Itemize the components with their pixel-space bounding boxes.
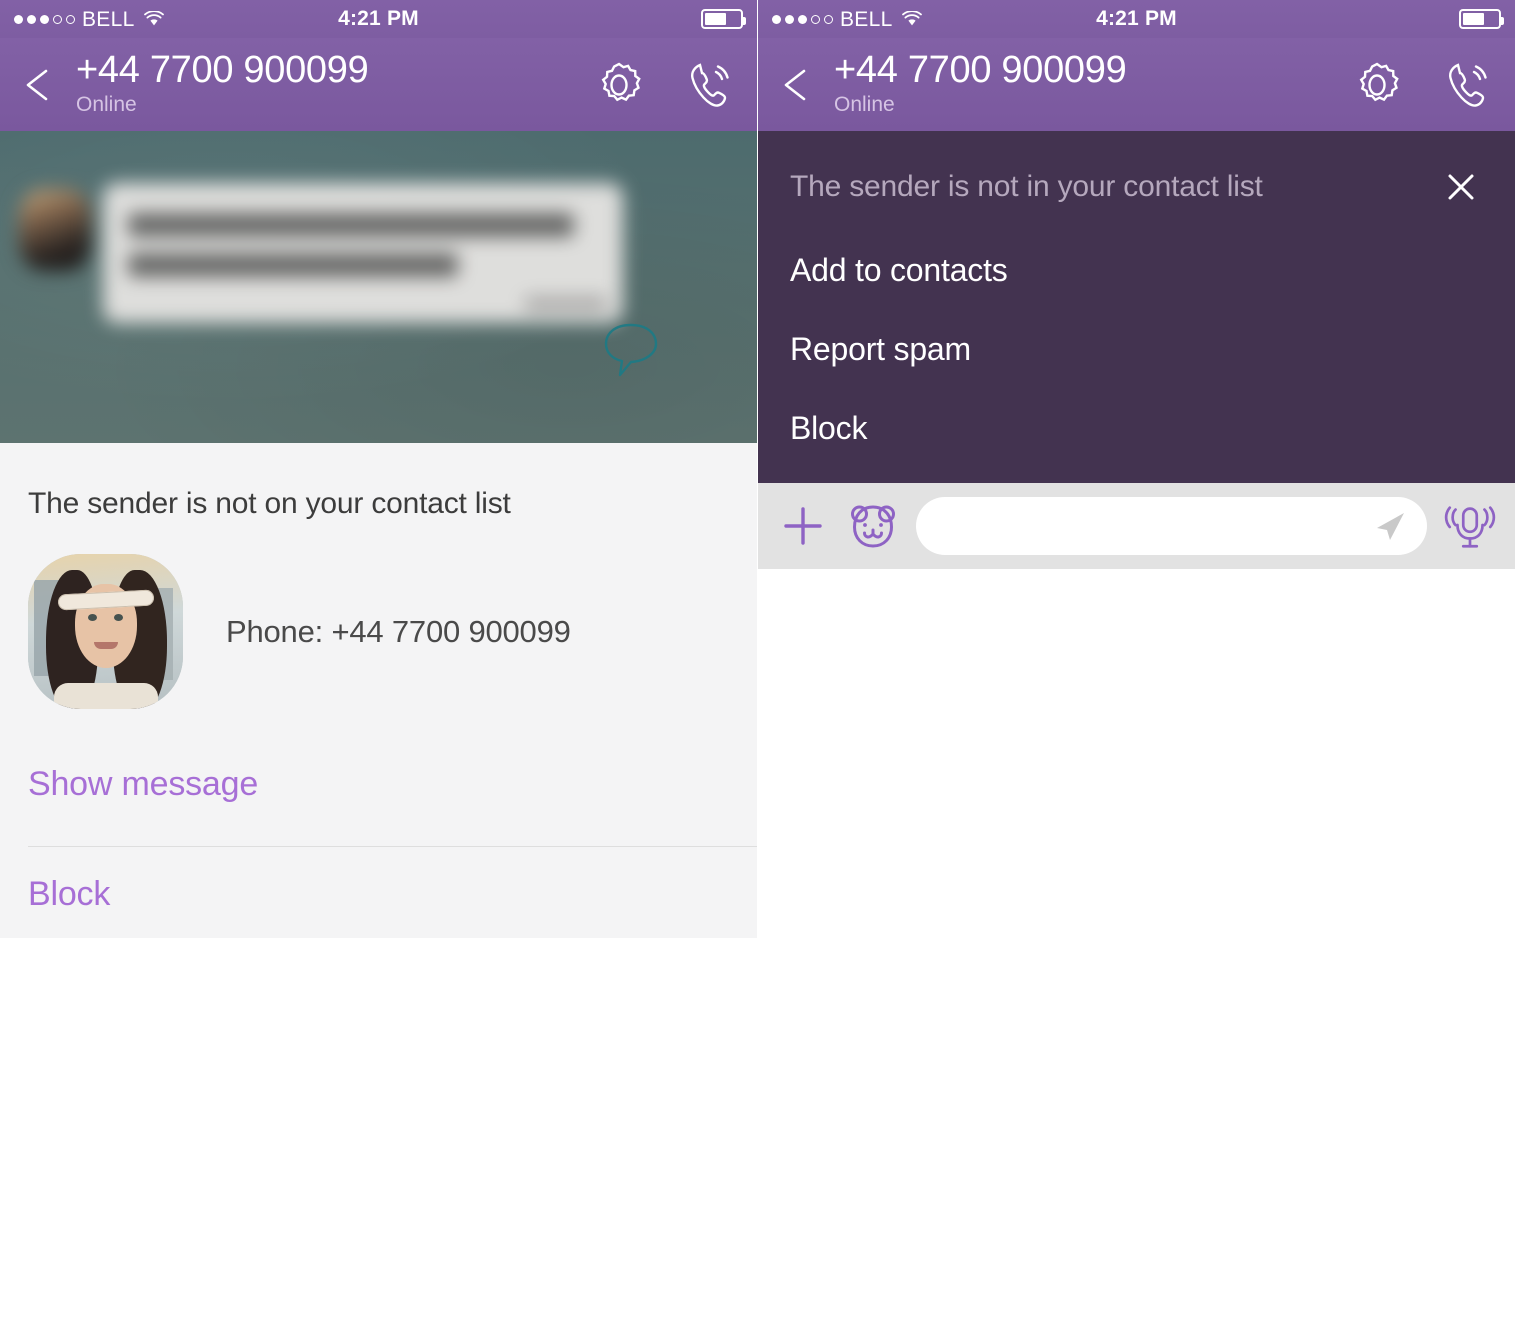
wifi-icon xyxy=(143,11,164,27)
close-button[interactable] xyxy=(1439,165,1483,209)
menu-header-row: The sender is not in your contact list xyxy=(790,131,1483,209)
status-right-group-right xyxy=(1459,9,1504,29)
send-arrow-icon[interactable] xyxy=(1371,507,1409,545)
show-message-button[interactable]: Show message xyxy=(0,765,757,804)
settings-button[interactable] xyxy=(1351,59,1403,111)
contact-status-label: Online xyxy=(76,92,137,116)
sender-options-menu: The sender is not in your contact list A… xyxy=(758,131,1515,483)
phone-call-icon xyxy=(1448,62,1487,107)
battery-icon xyxy=(701,9,746,29)
signal-dot-2 xyxy=(785,14,794,24)
nav-actions-group xyxy=(1351,59,1493,111)
nav-actions-group xyxy=(593,59,735,111)
back-arrow-icon xyxy=(784,69,806,100)
message-composer-bar xyxy=(758,483,1515,569)
nav-bar-right: +44 7700 900099 Online xyxy=(758,38,1515,131)
menu-item-block[interactable]: Block xyxy=(790,389,1483,468)
message-input-wrapper[interactable] xyxy=(916,497,1427,555)
signal-dot-4 xyxy=(53,14,62,24)
dual-phone-screenshot: BELL 4:21 PM +44 7700 900099 Online The … xyxy=(0,0,1515,1336)
message-input[interactable] xyxy=(938,510,1405,542)
nav-title-group[interactable]: +44 7700 900099 Online xyxy=(834,51,1351,118)
contact-phone-title: +44 7700 900099 xyxy=(76,49,369,91)
blurred-text-line-2 xyxy=(128,253,458,277)
gear-icon xyxy=(601,62,641,101)
carrier-label: BELL xyxy=(840,7,893,31)
back-button[interactable] xyxy=(14,57,70,113)
back-button[interactable] xyxy=(772,57,828,113)
back-arrow-icon xyxy=(26,69,48,100)
sender-info-row: Phone: +44 7700 900099 xyxy=(28,554,729,709)
close-icon xyxy=(1448,174,1474,200)
status-bar-right: BELL 4:21 PM xyxy=(758,0,1515,38)
signal-strength-icon xyxy=(772,14,833,24)
contact-avatar xyxy=(28,554,183,709)
card-divider xyxy=(28,846,757,847)
sender-phone-label: Phone: +44 7700 900099 xyxy=(226,613,571,649)
nav-title-group[interactable]: +44 7700 900099 Online xyxy=(76,51,593,118)
blurred-content xyxy=(0,131,757,443)
speech-bubble-doodle xyxy=(604,323,658,377)
signal-dot-5 xyxy=(824,14,833,24)
gear-icon xyxy=(1359,62,1399,101)
signal-dot-2 xyxy=(27,14,36,24)
blurred-timestamp xyxy=(524,297,608,311)
microphone-icon xyxy=(1444,506,1496,548)
voice-message-button[interactable] xyxy=(1443,499,1497,553)
carrier-label: BELL xyxy=(82,7,135,31)
plus-icon xyxy=(784,507,822,545)
sticker-button[interactable] xyxy=(846,499,900,553)
menu-item-add-to-contacts[interactable]: Add to contacts xyxy=(790,231,1483,310)
settings-button[interactable] xyxy=(593,59,645,111)
bear-sticker-icon xyxy=(851,505,895,548)
nav-bar-left: +44 7700 900099 Online xyxy=(0,38,757,131)
blurred-text-line-1 xyxy=(128,213,574,237)
signal-dot-1 xyxy=(772,14,781,24)
signal-dot-1 xyxy=(14,14,23,24)
status-left-group: BELL xyxy=(14,9,164,30)
phone-call-icon xyxy=(690,62,729,107)
call-button[interactable] xyxy=(1441,59,1493,111)
signal-dot-5 xyxy=(66,14,75,24)
block-button[interactable]: Block xyxy=(0,875,757,914)
blurred-chat-preview xyxy=(0,131,757,443)
blurred-avatar xyxy=(19,189,91,271)
contact-status-label: Online xyxy=(834,92,895,116)
phone-screen-right: BELL 4:21 PM +44 7700 900099 Online The … xyxy=(758,0,1515,1336)
status-bar-left: BELL 4:21 PM xyxy=(0,0,757,38)
status-right-group xyxy=(701,9,746,29)
add-attachment-button[interactable] xyxy=(776,499,830,553)
signal-dot-4 xyxy=(811,14,820,24)
signal-dot-3 xyxy=(798,14,807,24)
signal-strength-icon xyxy=(14,14,75,24)
wifi-icon xyxy=(901,11,922,27)
menu-item-report-spam[interactable]: Report spam xyxy=(790,310,1483,389)
sender-card-title: The sender is not on your contact list xyxy=(28,487,511,520)
menu-header-label: The sender is not in your contact list xyxy=(790,170,1263,203)
signal-dot-3 xyxy=(40,14,49,24)
sender-not-in-contacts-card: The sender is not on your contact list P… xyxy=(0,443,757,938)
call-button[interactable] xyxy=(683,59,735,111)
status-left-group-right: BELL xyxy=(772,9,922,30)
contact-phone-title: +44 7700 900099 xyxy=(834,49,1127,91)
phone-screen-left: BELL 4:21 PM +44 7700 900099 Online The … xyxy=(0,0,757,1336)
battery-icon xyxy=(1459,9,1504,29)
